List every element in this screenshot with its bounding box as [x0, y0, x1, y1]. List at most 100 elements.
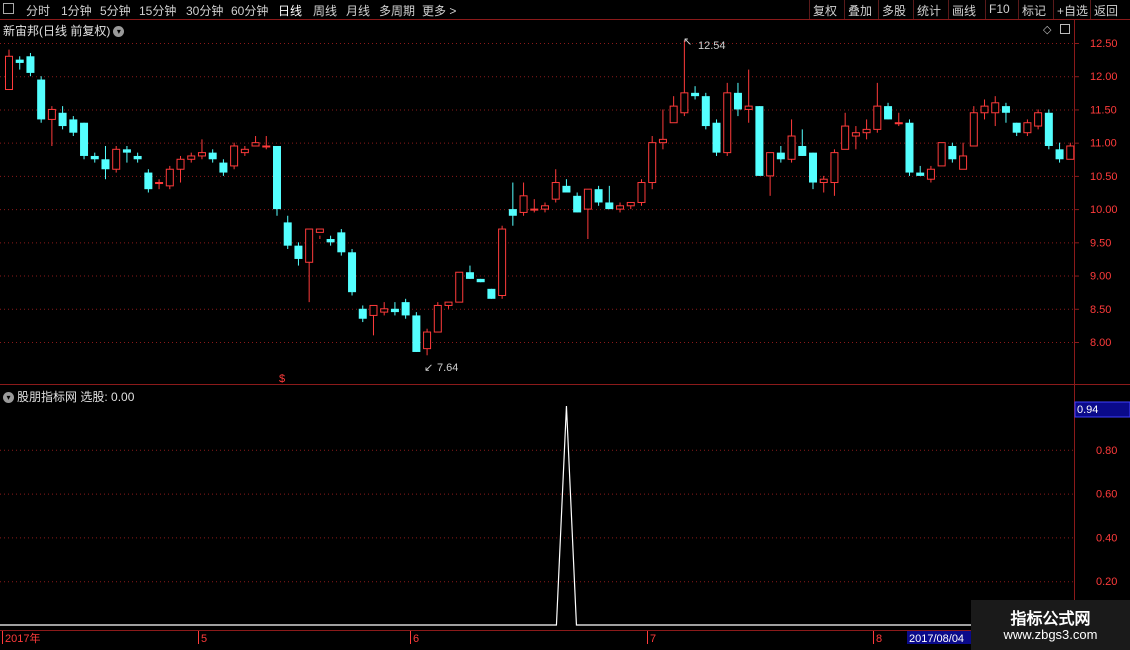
candle[interactable]: [251, 136, 260, 147]
candle[interactable]: [991, 96, 1000, 127]
candle[interactable]: [487, 288, 496, 299]
candle[interactable]: [1044, 109, 1053, 150]
candle[interactable]: [1034, 109, 1043, 130]
candle[interactable]: [1012, 122, 1021, 137]
candle[interactable]: [637, 179, 646, 206]
candle[interactable]: [305, 228, 314, 303]
candle[interactable]: [766, 152, 775, 196]
candle[interactable]: [755, 106, 764, 176]
candle[interactable]: [90, 152, 99, 163]
candle[interactable]: [165, 165, 174, 190]
candle[interactable]: [101, 145, 110, 180]
candle[interactable]: [508, 182, 517, 226]
candle[interactable]: [26, 52, 35, 77]
candle[interactable]: [969, 106, 978, 147]
candle[interactable]: [809, 152, 817, 190]
candle[interactable]: [326, 235, 335, 246]
candle[interactable]: [15, 56, 24, 70]
candle[interactable]: [476, 278, 485, 283]
candle[interactable]: [1066, 142, 1075, 160]
candle[interactable]: [273, 145, 281, 216]
candle[interactable]: [884, 102, 893, 120]
candle[interactable]: [669, 96, 678, 124]
candle[interactable]: [851, 126, 860, 150]
candle[interactable]: [230, 142, 239, 170]
candle[interactable]: [819, 175, 828, 193]
candle[interactable]: [390, 302, 399, 316]
candle[interactable]: [937, 142, 946, 167]
candle[interactable]: [283, 215, 292, 249]
candle[interactable]: [187, 152, 196, 163]
candle[interactable]: [112, 145, 121, 173]
candle[interactable]: [369, 304, 378, 336]
candle[interactable]: [294, 242, 303, 266]
candle[interactable]: [830, 149, 839, 196]
candle[interactable]: [519, 182, 528, 216]
candle[interactable]: [744, 69, 753, 123]
candle[interactable]: [337, 229, 346, 256]
candle[interactable]: [605, 185, 614, 210]
candle[interactable]: [691, 86, 700, 100]
candle[interactable]: [197, 139, 206, 160]
candle[interactable]: [455, 271, 464, 303]
candle[interactable]: [80, 122, 89, 160]
candle[interactable]: [176, 155, 185, 183]
candle[interactable]: [723, 82, 732, 156]
candle[interactable]: [155, 179, 164, 190]
candle[interactable]: [47, 106, 56, 146]
candle[interactable]: [144, 169, 153, 193]
candle[interactable]: [530, 199, 539, 213]
candle[interactable]: [444, 301, 453, 309]
candle[interactable]: [541, 202, 549, 213]
candle[interactable]: [894, 112, 903, 127]
candle[interactable]: [423, 328, 432, 356]
candle[interactable]: [712, 119, 721, 156]
chart-canvas[interactable]: 12.50 12.00 11.50 11.00 10.50 10.00 9.50 9.00 8.…: [0, 0, 1130, 650]
candle[interactable]: [573, 192, 582, 213]
candle[interactable]: [58, 106, 67, 130]
candle[interactable]: [980, 99, 989, 120]
candle[interactable]: [5, 49, 13, 91]
candle[interactable]: [262, 136, 271, 150]
candle[interactable]: [69, 116, 78, 137]
candle[interactable]: [873, 82, 882, 133]
candle[interactable]: [776, 145, 785, 163]
candle[interactable]: [905, 119, 914, 176]
candle[interactable]: [433, 302, 442, 333]
candle[interactable]: [37, 76, 46, 123]
candle[interactable]: [594, 185, 603, 206]
candle[interactable]: [1001, 102, 1010, 123]
candle[interactable]: [701, 92, 710, 130]
candle[interactable]: [1023, 119, 1032, 137]
candle[interactable]: [465, 265, 474, 279]
candle[interactable]: [916, 165, 925, 176]
candle[interactable]: [841, 112, 850, 150]
candle[interactable]: [1055, 142, 1064, 163]
candle[interactable]: [616, 202, 625, 213]
candle[interactable]: [208, 149, 217, 163]
candle[interactable]: [122, 145, 131, 163]
candle[interactable]: [798, 129, 807, 156]
candle[interactable]: [240, 145, 249, 156]
candle[interactable]: [498, 225, 507, 299]
candle[interactable]: [348, 248, 357, 296]
candle[interactable]: [315, 228, 324, 240]
candle[interactable]: [551, 169, 560, 203]
candle[interactable]: [562, 179, 571, 193]
candle[interactable]: [133, 152, 142, 163]
candle[interactable]: [412, 312, 421, 352]
candle[interactable]: [648, 136, 657, 190]
candle[interactable]: [401, 298, 410, 319]
candle[interactable]: [959, 142, 968, 170]
candle[interactable]: [926, 165, 935, 183]
candle[interactable]: [680, 40, 689, 117]
candle[interactable]: [583, 188, 592, 240]
candle[interactable]: [219, 159, 228, 176]
candle[interactable]: [380, 302, 389, 316]
candle[interactable]: [862, 119, 871, 140]
candle[interactable]: [733, 82, 742, 117]
candle[interactable]: [626, 201, 635, 210]
candle[interactable]: [948, 142, 957, 163]
candle[interactable]: [358, 305, 367, 323]
candle[interactable]: [787, 119, 796, 163]
